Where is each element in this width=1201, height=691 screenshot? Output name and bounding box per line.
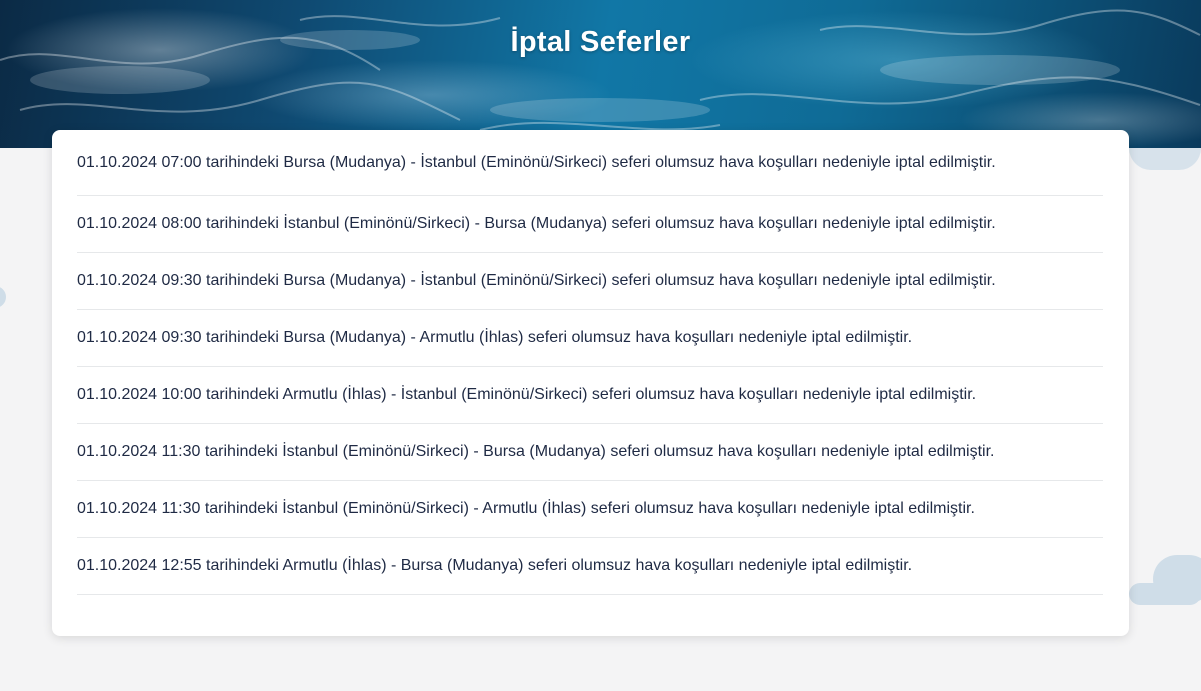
cancellation-item: 01.10.2024 07:00 tarihindeki Bursa (Muda… <box>77 130 1103 196</box>
page-title: İptal Seferler <box>510 26 691 58</box>
cancellation-item: 01.10.2024 09:30 tarihindeki Bursa (Muda… <box>77 253 1103 310</box>
sea-foam-texture <box>0 9 1201 131</box>
cancellation-item: 01.10.2024 09:30 tarihindeki Bursa (Muda… <box>77 310 1103 367</box>
cancellation-item: 01.10.2024 11:30 tarihindeki İstanbul (E… <box>77 424 1103 481</box>
sea-header-banner: İptal Seferler <box>0 0 1201 148</box>
cancellation-item: 01.10.2024 10:00 tarihindeki Armutlu (İh… <box>77 367 1103 424</box>
cancellations-list: 01.10.2024 07:00 tarihindeki Bursa (Muda… <box>52 130 1129 595</box>
cloud-decoration-right-bottom <box>1129 555 1201 605</box>
cancellations-card: 01.10.2024 07:00 tarihindeki Bursa (Muda… <box>52 130 1129 636</box>
cancellation-item: 01.10.2024 11:30 tarihindeki İstanbul (E… <box>77 481 1103 538</box>
cancellation-item: 01.10.2024 12:55 tarihindeki Armutlu (İh… <box>77 538 1103 595</box>
cloud-decoration-left <box>0 286 6 308</box>
cloud-decoration-right-top <box>1129 148 1201 170</box>
cancellation-item: 01.10.2024 08:00 tarihindeki İstanbul (E… <box>77 196 1103 253</box>
